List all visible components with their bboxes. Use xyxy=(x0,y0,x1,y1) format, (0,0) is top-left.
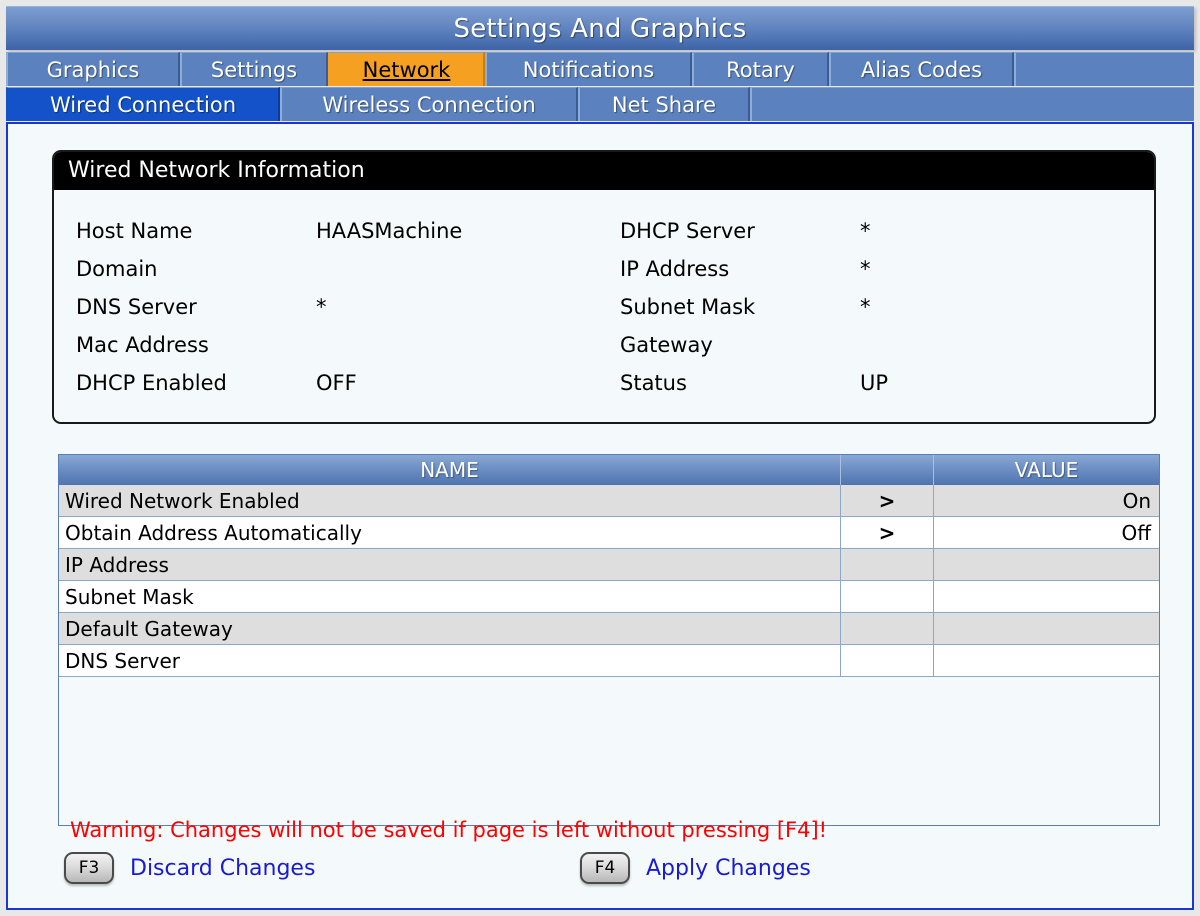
info-panel-body: Host Name HAASMachine Domain DNS Server … xyxy=(54,190,1154,422)
cell-value[interactable] xyxy=(934,645,1159,676)
secondary-tab-bar: Wired Connection Wireless Connection Net… xyxy=(6,87,1194,121)
column-header-value: VALUE xyxy=(1014,458,1079,482)
tab-wired-connection[interactable]: Wired Connection xyxy=(6,87,280,121)
cell-name: Default Gateway xyxy=(59,613,841,644)
tab-wireless-connection-label: Wireless Connection xyxy=(322,92,536,117)
table-row[interactable]: Wired Network Enabled > On xyxy=(59,485,1159,517)
tab-alias-codes-label: Alias Codes xyxy=(860,57,983,82)
tab-net-share-label: Net Share xyxy=(611,92,717,117)
column-header-arrow xyxy=(841,455,934,485)
secondary-tab-filler xyxy=(750,87,1194,121)
info-value-dhcp-server: * xyxy=(860,219,871,243)
tab-wireless-connection[interactable]: Wireless Connection xyxy=(280,87,578,121)
table-row[interactable]: Subnet Mask xyxy=(59,581,1159,613)
info-row-dhcp-server: DHCP Server * xyxy=(620,212,1154,250)
column-header-name: NAME xyxy=(59,455,841,485)
cell-value[interactable] xyxy=(934,549,1159,580)
function-key-bar: F3 Discard Changes F4 Apply Changes xyxy=(64,852,1064,892)
info-label-host-name: Host Name xyxy=(76,219,193,243)
info-row-ip-address: IP Address * xyxy=(620,250,1154,288)
tab-wired-connection-label: Wired Connection xyxy=(49,92,237,117)
tab-graphics[interactable]: Graphics xyxy=(6,52,180,86)
info-column-right: DHCP Server * IP Address * Subnet Mask *… xyxy=(604,212,1154,402)
tab-network[interactable]: Network xyxy=(328,52,485,86)
info-value-dhcp-enabled: OFF xyxy=(316,371,357,395)
cell-value[interactable] xyxy=(934,581,1159,612)
expand-arrow-icon[interactable] xyxy=(841,645,934,676)
expand-arrow-icon[interactable] xyxy=(841,613,934,644)
tab-net-share[interactable]: Net Share xyxy=(578,87,750,121)
info-row-domain: Domain xyxy=(76,250,604,288)
table-header-row: NAME VALUE xyxy=(59,455,1159,485)
table-row[interactable]: Default Gateway xyxy=(59,613,1159,645)
info-label-dhcp-server: DHCP Server xyxy=(620,219,755,243)
tab-alias-codes[interactable]: Alias Codes xyxy=(829,52,1014,86)
tab-graphics-label: Graphics xyxy=(46,57,140,82)
info-label-ip-address: IP Address xyxy=(620,257,730,281)
cell-name: Wired Network Enabled xyxy=(59,485,841,516)
expand-arrow-icon[interactable]: > xyxy=(841,485,934,516)
cell-name: IP Address xyxy=(59,549,841,580)
info-value-dns-server: * xyxy=(316,295,327,319)
info-label-status: Status xyxy=(620,371,687,395)
expand-arrow-icon[interactable]: > xyxy=(841,517,934,548)
info-label-domain: Domain xyxy=(76,257,158,281)
info-value-status: UP xyxy=(860,371,889,395)
info-panel-title: Wired Network Information xyxy=(54,152,1154,190)
window-title-bar: Settings And Graphics xyxy=(6,6,1194,50)
table-row[interactable]: Obtain Address Automatically > Off xyxy=(59,517,1159,549)
info-row-dhcp-enabled: DHCP Enabled OFF xyxy=(76,364,604,402)
info-row-subnet-mask: Subnet Mask * xyxy=(620,288,1154,326)
info-value-ip-address: * xyxy=(860,257,871,281)
info-column-left: Host Name HAASMachine Domain DNS Server … xyxy=(54,212,604,402)
f3-key-badge: F3 xyxy=(64,852,114,884)
tab-rotary-label: Rotary xyxy=(726,57,795,82)
info-label-mac-address: Mac Address xyxy=(76,333,209,357)
cell-name: Obtain Address Automatically xyxy=(59,517,841,548)
cell-name: DNS Server xyxy=(59,645,841,676)
cell-value[interactable] xyxy=(934,613,1159,644)
table-empty-area xyxy=(59,677,1159,825)
cell-value[interactable]: Off xyxy=(934,517,1159,548)
expand-arrow-icon[interactable] xyxy=(841,549,934,580)
discard-changes-label: Discard Changes xyxy=(130,855,316,881)
info-label-subnet-mask: Subnet Mask xyxy=(620,295,756,319)
info-row-status: Status UP xyxy=(620,364,1154,402)
expand-arrow-icon[interactable] xyxy=(841,581,934,612)
tab-settings-label: Settings xyxy=(210,57,298,82)
tab-notifications[interactable]: Notifications xyxy=(485,52,692,86)
apply-changes-button[interactable]: F4 Apply Changes xyxy=(580,852,811,884)
cell-value[interactable]: On xyxy=(934,485,1159,516)
tab-network-label: Network xyxy=(362,57,451,82)
apply-changes-label: Apply Changes xyxy=(646,855,811,881)
page-title: Settings And Graphics xyxy=(453,13,747,44)
table-row[interactable]: DNS Server xyxy=(59,645,1159,677)
info-value-subnet-mask: * xyxy=(860,295,871,319)
info-value-host-name: HAASMachine xyxy=(316,219,463,243)
main-content-panel: Wired Network Information Host Name HAAS… xyxy=(6,122,1194,910)
network-settings-table: NAME VALUE Wired Network Enabled > On Ob… xyxy=(58,454,1160,826)
info-label-dns-server: DNS Server xyxy=(76,295,197,319)
primary-tab-filler xyxy=(1014,52,1194,86)
tab-rotary[interactable]: Rotary xyxy=(692,52,829,86)
tab-settings[interactable]: Settings xyxy=(180,52,328,86)
info-row-host-name: Host Name HAASMachine xyxy=(76,212,604,250)
table-row[interactable]: IP Address xyxy=(59,549,1159,581)
wired-network-information-panel: Wired Network Information Host Name HAAS… xyxy=(52,150,1156,424)
tab-notifications-label: Notifications xyxy=(522,57,655,82)
info-row-gateway: Gateway xyxy=(620,326,1154,364)
cell-name: Subnet Mask xyxy=(59,581,841,612)
primary-tab-bar: Graphics Settings Network Notifications … xyxy=(6,52,1194,86)
info-label-dhcp-enabled: DHCP Enabled xyxy=(76,371,227,395)
info-label-gateway: Gateway xyxy=(620,333,713,357)
f4-key-badge: F4 xyxy=(580,852,630,884)
discard-changes-button[interactable]: F3 Discard Changes xyxy=(64,852,315,884)
info-row-dns-server: DNS Server * xyxy=(76,288,604,326)
warning-message: Warning: Changes will not be saved if pa… xyxy=(70,818,828,842)
info-row-mac-address: Mac Address xyxy=(76,326,604,364)
